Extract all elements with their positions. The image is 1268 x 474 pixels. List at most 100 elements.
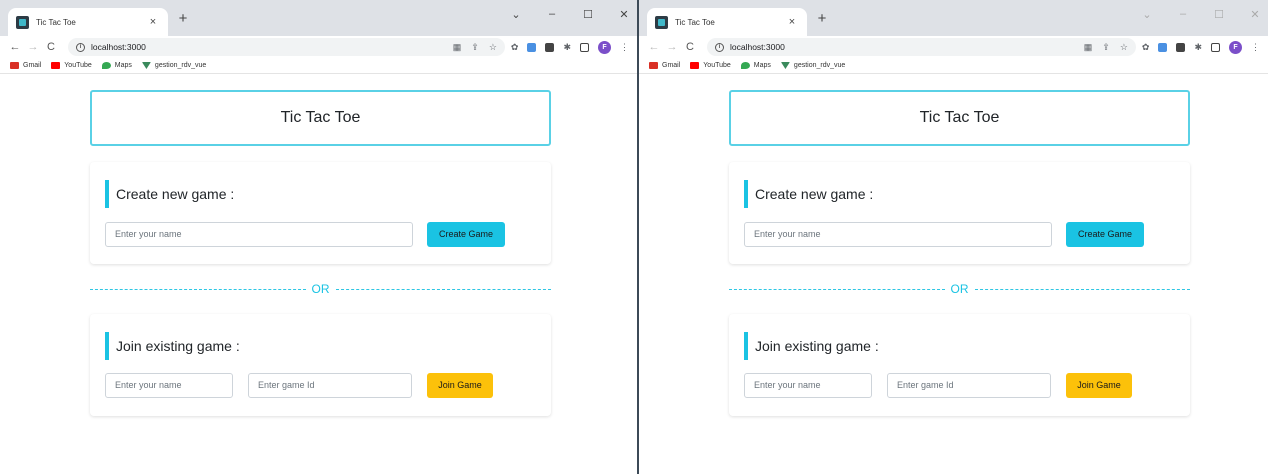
browser-window-left: Tic Tac Toe × + ⌄ – ☐ ✕ ← → C i localhos…	[0, 0, 637, 474]
extension-gear-icon[interactable]: ✿	[511, 42, 519, 53]
forward-button[interactable]: →	[665, 41, 679, 53]
page-content: Tic Tac Toe Create new game : Enter your…	[639, 74, 1268, 474]
menu-kebab-icon[interactable]: ⋮	[1251, 42, 1260, 53]
join-game-button[interactable]: Join Game	[1066, 373, 1132, 398]
maps-icon	[101, 62, 111, 69]
reload-button[interactable]: C	[44, 41, 58, 53]
extension-blue-icon[interactable]	[527, 42, 537, 52]
forward-button[interactable]: →	[26, 41, 40, 53]
join-game-card: Join existing game : Enter your name Ent…	[90, 314, 551, 416]
extension-media-icon[interactable]	[545, 42, 555, 52]
bookmark-gmail[interactable]: Gmail	[649, 62, 680, 69]
youtube-icon	[690, 62, 700, 69]
side-panel-icon[interactable]	[580, 42, 589, 52]
new-tab-button[interactable]: +	[814, 11, 830, 27]
translate-icon[interactable]: ▦	[1084, 42, 1093, 53]
join-game-button[interactable]: Join Game	[427, 373, 493, 398]
bookmarks-bar: Gmail YouTube Maps gestion_rdv_vue	[0, 58, 637, 74]
bookmark-gmail[interactable]: Gmail	[10, 62, 41, 69]
extension-gear-icon[interactable]: ✿	[1142, 42, 1150, 53]
vue-icon	[141, 62, 151, 69]
bookmark-maps[interactable]: Maps	[740, 62, 771, 69]
new-tab-button[interactable]: +	[175, 11, 191, 27]
or-separator: OR	[729, 282, 1190, 296]
side-panel-icon[interactable]	[1211, 42, 1220, 52]
close-window-icon[interactable]: ✕	[617, 8, 631, 21]
maps-icon	[740, 62, 750, 69]
create-game-card: Create new game : Enter your name Create…	[729, 162, 1190, 264]
address-bar[interactable]: i localhost:3000 ▦ ⇪ ☆	[68, 38, 505, 56]
tab-title: Tic Tac Toe	[675, 17, 715, 27]
back-button[interactable]: ←	[647, 41, 661, 53]
site-info-icon[interactable]: i	[76, 42, 85, 52]
create-game-button[interactable]: Create Game	[427, 222, 505, 247]
page-title: Tic Tac Toe	[280, 109, 361, 126]
join-game-title: Join existing game :	[755, 338, 879, 354]
extensions-puzzle-icon[interactable]: ✱	[563, 42, 571, 53]
extension-media-icon[interactable]	[1176, 42, 1186, 52]
omnibox-icons: ▦ ⇪ ☆	[1084, 42, 1128, 53]
join-game-header: Join existing game :	[105, 332, 240, 360]
profile-avatar[interactable]: F	[1229, 40, 1242, 54]
url-text[interactable]: localhost:3000	[730, 42, 1084, 52]
game-id-input[interactable]: Enter game Id	[887, 373, 1051, 398]
separator-line	[729, 288, 945, 290]
browser-toolbar: ← → C i localhost:3000 ▦ ⇪ ☆ ✿ ✱ F ⋮	[0, 36, 637, 58]
translate-icon[interactable]: ▦	[453, 42, 462, 53]
back-button[interactable]: ←	[8, 41, 22, 53]
extensions-bar: ✿ ✱ F ⋮	[1142, 40, 1260, 54]
address-bar[interactable]: i localhost:3000 ▦ ⇪ ☆	[707, 38, 1136, 56]
youtube-icon	[51, 62, 61, 69]
tab-title: Tic Tac Toe	[36, 17, 76, 27]
join-name-input[interactable]: Enter your name	[105, 373, 233, 398]
maximize-icon[interactable]: ☐	[1212, 8, 1226, 21]
bookmark-star-icon[interactable]: ☆	[489, 42, 497, 53]
separator-line	[90, 288, 306, 290]
site-info-icon[interactable]: i	[715, 42, 724, 52]
minimize-icon[interactable]: –	[1176, 8, 1190, 21]
share-icon[interactable]: ⇪	[1102, 42, 1110, 53]
separator-line	[335, 288, 551, 290]
minimize-icon[interactable]: –	[545, 8, 559, 21]
bookmarks-bar: Gmail YouTube Maps gestion_rdv_vue	[639, 58, 1268, 74]
bookmark-star-icon[interactable]: ☆	[1120, 42, 1128, 53]
create-game-title: Create new game :	[755, 186, 874, 202]
create-game-header: Create new game :	[105, 180, 234, 208]
maximize-icon[interactable]: ☐	[581, 8, 595, 21]
tab-search-icon[interactable]: ⌄	[1140, 8, 1154, 21]
extensions-puzzle-icon[interactable]: ✱	[1194, 42, 1202, 53]
join-game-title: Join existing game :	[116, 338, 240, 354]
close-tab-icon[interactable]: ×	[146, 16, 160, 28]
close-tab-icon[interactable]: ×	[785, 16, 799, 28]
tab-search-icon[interactable]: ⌄	[509, 8, 523, 21]
page-title: Tic Tac Toe	[919, 109, 1000, 126]
create-name-input[interactable]: Enter your name	[744, 222, 1052, 247]
game-id-input[interactable]: Enter game Id	[248, 373, 412, 398]
join-name-input[interactable]: Enter your name	[744, 373, 872, 398]
extensions-bar: ✿ ✱ F ⋮	[511, 40, 629, 54]
omnibox-icons: ▦ ⇪ ☆	[453, 42, 497, 53]
url-text[interactable]: localhost:3000	[91, 42, 453, 52]
browser-tab[interactable]: Tic Tac Toe ×	[8, 8, 168, 36]
bookmark-maps[interactable]: Maps	[101, 62, 132, 69]
bookmark-gestion-rdv-vue[interactable]: gestion_rdv_vue	[141, 62, 206, 69]
join-game-header: Join existing game :	[744, 332, 879, 360]
create-name-input[interactable]: Enter your name	[105, 222, 413, 247]
menu-kebab-icon[interactable]: ⋮	[620, 42, 629, 53]
vue-icon	[780, 62, 790, 69]
bookmark-gestion-rdv-vue[interactable]: gestion_rdv_vue	[780, 62, 845, 69]
desktop: Tic Tac Toe × + ⌄ – ☐ ✕ ← → C i localhos…	[0, 0, 1268, 474]
window-controls: ⌄ – ☐ ✕	[1140, 8, 1262, 21]
profile-avatar[interactable]: F	[598, 40, 611, 54]
close-window-icon[interactable]: ✕	[1248, 8, 1262, 21]
or-separator: OR	[90, 282, 551, 296]
bookmark-youtube[interactable]: YouTube	[690, 62, 731, 69]
browser-tab[interactable]: Tic Tac Toe ×	[647, 8, 807, 36]
share-icon[interactable]: ⇪	[471, 42, 479, 53]
tab-strip: Tic Tac Toe × + ⌄ – ☐ ✕	[639, 0, 1268, 36]
reload-button[interactable]: C	[683, 41, 697, 53]
create-game-button[interactable]: Create Game	[1066, 222, 1144, 247]
extension-blue-icon[interactable]	[1158, 42, 1168, 52]
create-game-card: Create new game : Enter your name Create…	[90, 162, 551, 264]
bookmark-youtube[interactable]: YouTube	[51, 62, 92, 69]
